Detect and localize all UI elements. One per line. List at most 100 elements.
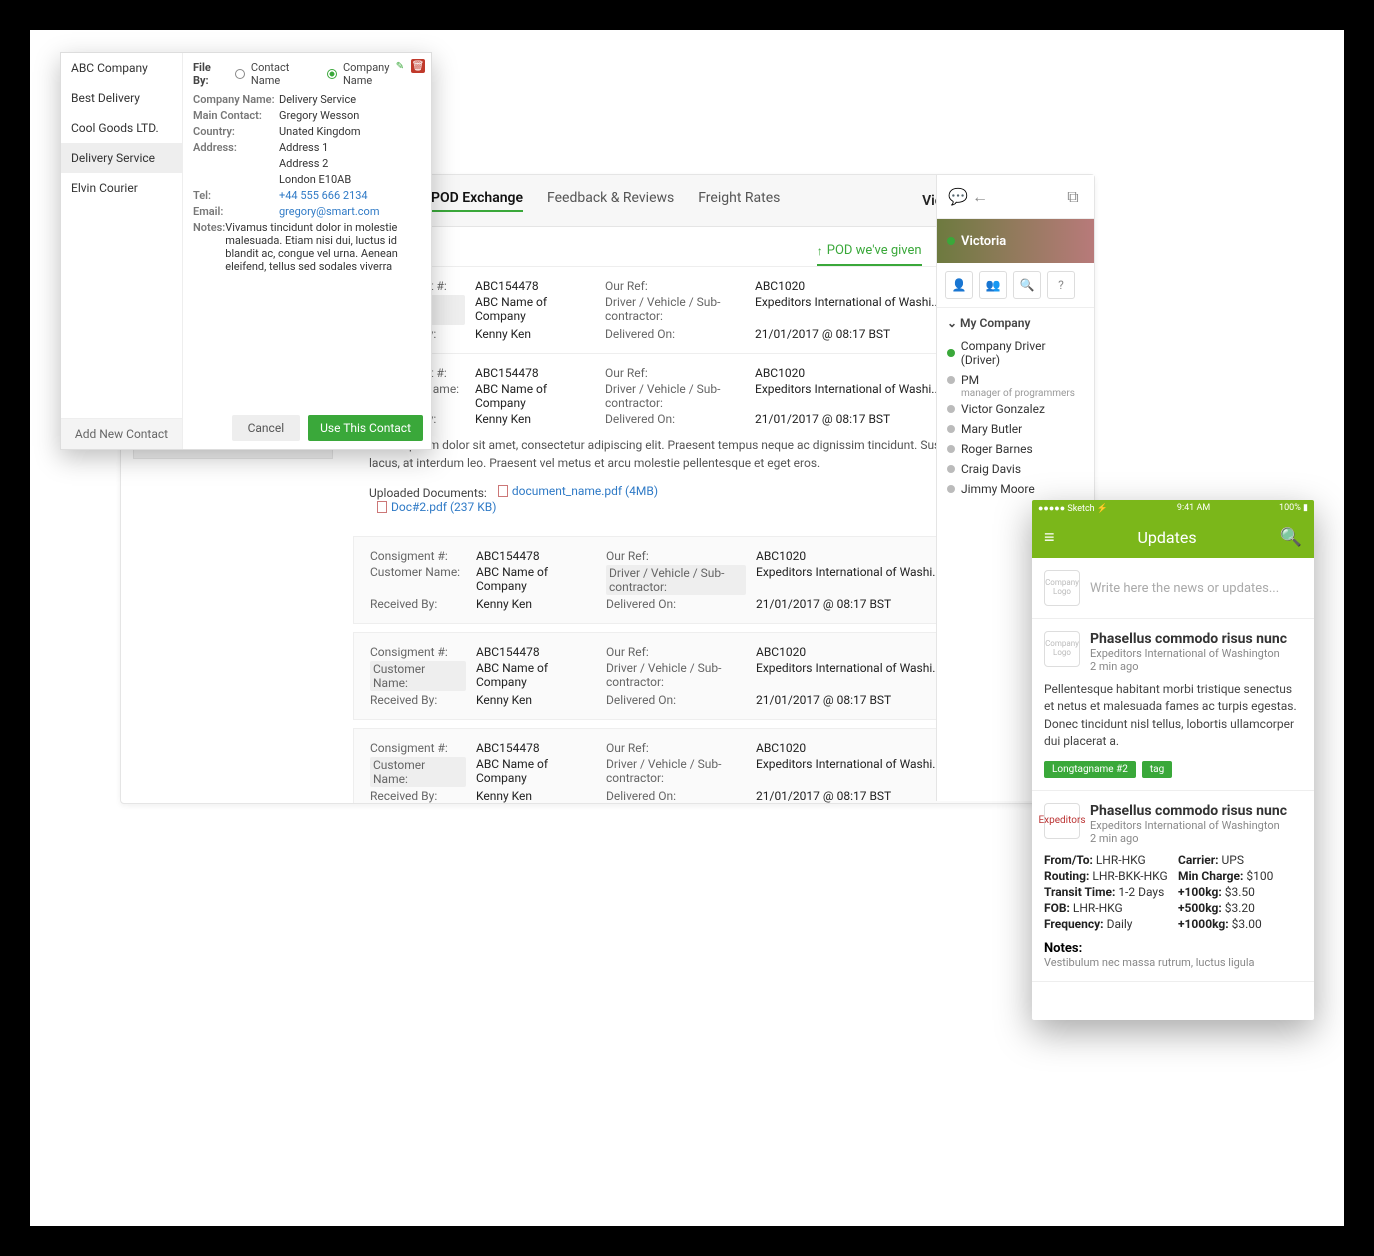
- field-value[interactable]: gregory@smart.com: [279, 205, 379, 218]
- document-link[interactable]: Doc#2.pdf (237 KB): [377, 500, 496, 514]
- help-icon[interactable]: ?: [1047, 271, 1075, 299]
- field-value: Address 2: [279, 157, 328, 170]
- presence-dot-icon: [947, 376, 955, 384]
- edit-icon[interactable]: ✎: [393, 59, 407, 73]
- post-tags: Longtagname #2 tag: [1044, 761, 1302, 778]
- subtab-given[interactable]: ↑POD we've given: [817, 243, 922, 266]
- presence-dot-icon: [947, 445, 955, 453]
- field-value: London E10AB: [279, 173, 351, 186]
- field-value[interactable]: +44 555 666 2134: [279, 189, 368, 202]
- person-item[interactable]: Roger Barnes: [947, 439, 1084, 459]
- delete-icon[interactable]: 🗑: [411, 59, 425, 73]
- person-item[interactable]: Craig Davis: [947, 459, 1084, 479]
- field-value: Gregory Wesson: [279, 109, 359, 122]
- back-arrow-icon[interactable]: ←: [969, 186, 991, 208]
- group-icon[interactable]: 👥: [979, 271, 1007, 299]
- chat-icon[interactable]: 💬: [947, 186, 969, 208]
- tag[interactable]: Longtagname #2: [1044, 761, 1136, 778]
- side-icon-row: 💬 ← ⧉: [937, 175, 1094, 219]
- side-section-header[interactable]: ⌄ My Company: [947, 316, 1084, 330]
- main-tabs: POD Exchange Feedback & Reviews Freight …: [431, 190, 898, 212]
- field-label: [193, 157, 279, 170]
- presence-dot-icon: [947, 465, 955, 473]
- cancel-button[interactable]: Cancel: [232, 415, 301, 441]
- contact-list: ABC CompanyBest DeliveryCool Goods LTD.D…: [61, 53, 183, 449]
- use-contact-button[interactable]: Use This Contact: [308, 415, 423, 441]
- presence-dot-icon: [947, 485, 955, 493]
- field-value: Vivamus tincidunt dolor in molestie male…: [225, 221, 421, 273]
- notes-text: Vestibulum nec massa rutrum, luctus ligu…: [1044, 956, 1302, 969]
- person-item[interactable]: Victor Gonzalez: [947, 399, 1084, 419]
- notes-label: Notes:: [1044, 941, 1082, 956]
- field-value: Address 1: [279, 141, 328, 154]
- add-new-contact-button[interactable]: Add New Contact: [61, 418, 182, 449]
- post-title: Phasellus commodo risus nunc: [1090, 803, 1287, 819]
- post-subtitle: Expeditors International of Washington: [1090, 819, 1287, 832]
- side-buttons: 👤 👥 🔍 ?: [937, 263, 1094, 308]
- file-by-row: File By: Contact Name Company Name: [193, 61, 421, 87]
- contact-list-item[interactable]: ABC Company: [61, 53, 182, 83]
- profile-strip[interactable]: Victoria: [937, 219, 1094, 263]
- expeditors-logo: Expeditors: [1044, 803, 1080, 839]
- person-item[interactable]: Company Driver (Driver): [947, 336, 1084, 370]
- post-body: Pellentesque habitant morbi tristique se…: [1044, 681, 1302, 751]
- post-title: Phasellus commodo risus nunc: [1090, 631, 1287, 647]
- field-label: Country:: [193, 125, 279, 138]
- profile-name: Victoria: [961, 234, 1006, 249]
- compose-placeholder: Write here the news or updates...: [1090, 581, 1302, 596]
- add-user-icon[interactable]: 👤: [945, 271, 973, 299]
- presence-dot-icon: [947, 425, 955, 433]
- contact-list-item[interactable]: Elvin Courier: [61, 173, 182, 203]
- tab-pod-exchange[interactable]: POD Exchange: [431, 190, 523, 212]
- field-label: Address:: [193, 141, 279, 154]
- post-1[interactable]: Company Logo Phasellus commodo risus nun…: [1032, 619, 1314, 791]
- search-icon[interactable]: 🔍: [1013, 271, 1041, 299]
- post-subtitle: Expeditors International of Washington: [1090, 647, 1287, 660]
- phone-title: Updates: [1138, 528, 1197, 547]
- field-label: Company Name:: [193, 93, 279, 106]
- file-icon: [498, 485, 508, 497]
- compose-row[interactable]: Company Logo Write here the news or upda…: [1032, 558, 1314, 619]
- person-subtitle: manager of programmers: [961, 388, 1084, 399]
- popout-icon[interactable]: ⧉: [1062, 186, 1084, 208]
- contact-list-item[interactable]: Delivery Service: [61, 143, 182, 173]
- field-value: Delivery Service: [279, 93, 356, 106]
- person-item[interactable]: Jimmy Moore: [947, 479, 1084, 499]
- search-icon[interactable]: 🔍: [1280, 527, 1302, 548]
- arrow-up-icon: ↑: [817, 244, 823, 258]
- post-time: 2 min ago: [1090, 832, 1287, 845]
- contact-list-item[interactable]: Best Delivery: [61, 83, 182, 113]
- contact-detail: File By: Contact Name Company Name ✎ 🗑 C…: [183, 53, 431, 449]
- hamburger-icon[interactable]: ≡: [1044, 527, 1055, 548]
- status-time: 9:41 AM: [1177, 503, 1210, 513]
- field-label: Notes:: [193, 221, 225, 273]
- file-icon: [377, 501, 387, 513]
- radio-company-name[interactable]: [327, 69, 337, 79]
- phone-nav: ≡ Updates 🔍: [1032, 516, 1314, 558]
- tab-freight-rates[interactable]: Freight Rates: [698, 190, 780, 212]
- person-item[interactable]: PM: [947, 370, 1084, 390]
- post-time: 2 min ago: [1090, 660, 1287, 673]
- radio-contact-name[interactable]: [235, 69, 245, 79]
- presence-dot-icon: [947, 405, 955, 413]
- tag[interactable]: tag: [1142, 761, 1172, 778]
- contact-list-item[interactable]: Cool Goods LTD.: [61, 113, 182, 143]
- side-section: ⌄ My Company Company Driver (Driver)PMma…: [937, 308, 1094, 507]
- phone-statusbar: ●●●●● Sketch ⚡ 9:41 AM 100% ▮: [1032, 500, 1314, 516]
- contact-modal: ABC CompanyBest DeliveryCool Goods LTD.D…: [60, 52, 432, 450]
- battery-label: 100% ▮: [1279, 503, 1308, 513]
- rate-grid: From/To: LHR-HKG Carrier: UPS Routing: L…: [1044, 853, 1302, 931]
- presence-dot-icon: [947, 349, 955, 357]
- document-link[interactable]: document_name.pdf (4MB): [498, 484, 658, 498]
- field-value: Unated Kingdom: [279, 125, 361, 138]
- company-logo-placeholder: Company Logo: [1044, 570, 1080, 606]
- person-item[interactable]: Mary Butler: [947, 419, 1084, 439]
- status-dot-icon: [947, 237, 955, 245]
- field-label: Main Contact:: [193, 109, 279, 122]
- phone-mock: ●●●●● Sketch ⚡ 9:41 AM 100% ▮ ≡ Updates …: [1032, 500, 1314, 1020]
- field-label: Tel:: [193, 189, 279, 202]
- carrier-label: ●●●●● Sketch ⚡: [1038, 503, 1108, 514]
- field-label: [193, 173, 279, 186]
- post-2[interactable]: Expeditors Phasellus commodo risus nunc …: [1032, 791, 1314, 982]
- tab-feedback-reviews[interactable]: Feedback & Reviews: [547, 190, 674, 212]
